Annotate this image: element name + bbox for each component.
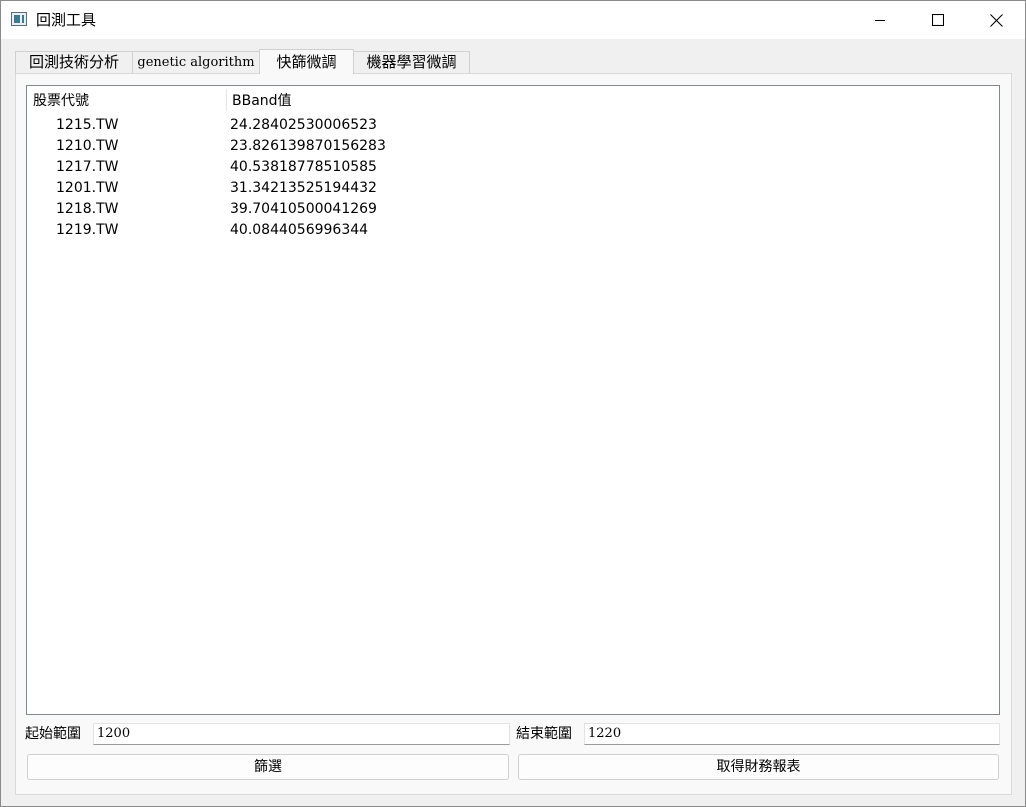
results-table[interactable]: 股票代號 BBand值 1215.TW 24.28402530006523 12… <box>26 85 1000 715</box>
window-title: 回測工具 <box>36 11 97 29</box>
tab-genetic-algorithm[interactable]: genetic algorithm <box>132 51 260 73</box>
table-row[interactable]: 1210.TW 23.826139870156283 <box>27 136 999 157</box>
get-financial-statements-button[interactable]: 取得財務報表 <box>518 754 999 780</box>
column-header-stock-code[interactable]: 股票代號 <box>33 92 89 110</box>
maximize-icon <box>932 14 944 26</box>
close-button[interactable] <box>967 1 1025 39</box>
tab-quick-filter[interactable]: 快篩微調 <box>259 49 354 74</box>
start-range-input[interactable]: 1200 <box>93 723 510 745</box>
title-bar[interactable]: 回測工具 <box>1 1 1025 39</box>
filter-button[interactable]: 篩選 <box>27 754 509 780</box>
tab-ml-tuning[interactable]: 機器學習微調 <box>353 51 470 73</box>
column-header-bband[interactable]: BBand值 <box>232 92 292 110</box>
table-row[interactable]: 1215.TW 24.28402530006523 <box>27 115 999 136</box>
minimize-button[interactable] <box>851 1 909 39</box>
bband-value-cell: 40.0844056996344 <box>230 222 369 238</box>
table-row[interactable]: 1217.TW 40.53818778510585 <box>27 157 999 178</box>
bband-value-cell: 24.28402530006523 <box>230 117 377 133</box>
maximize-button[interactable] <box>909 1 967 39</box>
stock-code-cell: 1219.TW <box>56 222 119 238</box>
table-row[interactable]: 1201.TW 31.34213525194432 <box>27 178 999 199</box>
stock-code-cell: 1218.TW <box>56 201 119 217</box>
bband-value-cell: 31.34213525194432 <box>230 180 377 196</box>
stock-code-cell: 1217.TW <box>56 159 119 175</box>
bband-value-cell: 23.826139870156283 <box>230 138 386 154</box>
app-window-icon <box>11 12 27 26</box>
table-row[interactable]: 1218.TW 39.70410500041269 <box>27 199 999 220</box>
minimize-icon <box>875 20 885 21</box>
end-range-input[interactable]: 1220 <box>584 723 1000 745</box>
stock-code-cell: 1210.TW <box>56 138 119 154</box>
close-icon <box>989 13 1003 27</box>
stock-code-cell: 1215.TW <box>56 117 119 133</box>
column-divider[interactable] <box>226 89 227 111</box>
end-range-label: 結束範圍 <box>516 726 572 742</box>
bband-value-cell: 39.70410500041269 <box>230 201 377 217</box>
table-row[interactable]: 1219.TW 40.0844056996344 <box>27 220 999 241</box>
app-window: 回測工具 回測技術分析 genetic algorithm 快篩微調 機器學習微… <box>0 0 1026 807</box>
tab-backtest-analysis[interactable]: 回測技術分析 <box>15 51 133 73</box>
start-range-label: 起始範圍 <box>25 726 81 742</box>
stock-code-cell: 1201.TW <box>56 180 119 196</box>
bband-value-cell: 40.53818778510585 <box>230 159 377 175</box>
